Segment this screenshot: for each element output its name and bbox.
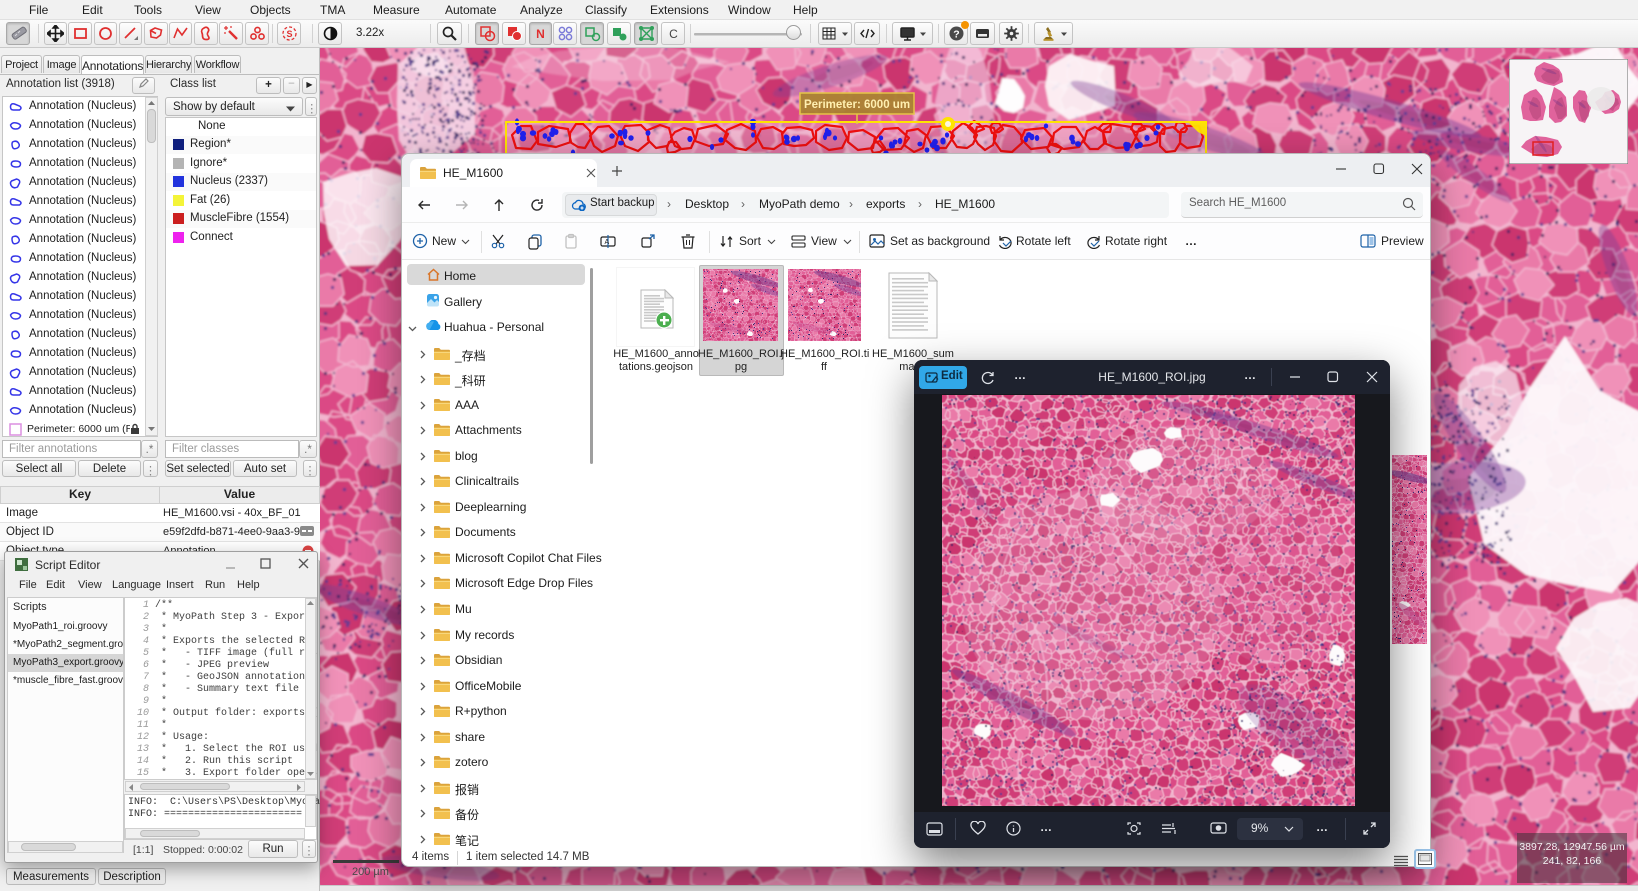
svg-text:S: S xyxy=(286,29,292,39)
svg-text:?: ? xyxy=(953,29,959,41)
svg-text:A: A xyxy=(605,239,610,246)
svg-text:N: N xyxy=(536,27,545,41)
svg-text:Perimeter: 6000 um: Perimeter: 6000 um xyxy=(804,99,910,111)
svg-text:C: C xyxy=(669,27,678,41)
